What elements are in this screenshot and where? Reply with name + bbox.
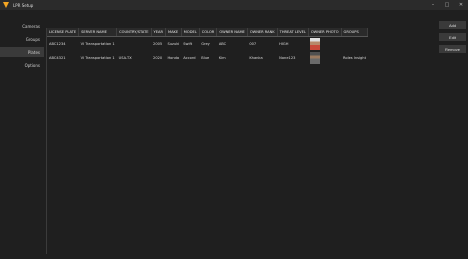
- column-header[interactable]: OWNER PHOTO: [308, 28, 342, 37]
- cell-threat-level[interactable]: HIGH: [277, 37, 308, 52]
- cell-color[interactable]: Blue: [199, 51, 217, 65]
- cell-groups[interactable]: Roles Insight: [341, 51, 368, 65]
- column-header[interactable]: MAKE: [165, 28, 182, 37]
- column-header[interactable]: LICENSE PLATE: [47, 28, 80, 37]
- sidebar-item-options[interactable]: Options: [0, 60, 44, 70]
- cell-country-state[interactable]: [117, 37, 151, 52]
- cell-owner-name[interactable]: ABC: [217, 37, 248, 52]
- cell-owner-photo[interactable]: [308, 37, 341, 52]
- remove-button[interactable]: Remove: [439, 45, 466, 53]
- edit-button[interactable]: Edit: [439, 33, 466, 41]
- column-header[interactable]: MODEL: [181, 28, 200, 37]
- plates-table-container: LICENSE PLATE SERVER NAME COUNTRY/STATE …: [46, 28, 437, 254]
- cell-license-plate[interactable]: ABC4321: [47, 51, 79, 65]
- sidebar-item-plates[interactable]: Plates: [0, 47, 44, 57]
- cell-server-name[interactable]: VI Transportation 1: [79, 51, 117, 65]
- app-logo-icon: [3, 2, 9, 8]
- cell-owner-rank[interactable]: Khanka: [247, 51, 277, 65]
- column-header[interactable]: SERVER NAME: [78, 28, 118, 37]
- column-header[interactable]: COLOR: [199, 28, 218, 37]
- sidebar-item-cameras[interactable]: Cameras: [0, 21, 44, 31]
- table-row[interactable]: ABC4321 VI Transportation 1 USA-TX 2020 …: [47, 51, 368, 65]
- cell-server-name[interactable]: VI Transportation 1: [79, 37, 117, 52]
- sidebar: Cameras Groups Plates Options: [0, 21, 44, 73]
- sidebar-item-groups[interactable]: Groups: [0, 34, 44, 44]
- cell-owner-rank[interactable]: 007: [247, 37, 277, 52]
- cell-color[interactable]: Grey: [199, 37, 217, 52]
- cell-make[interactable]: Honda: [165, 51, 181, 65]
- cell-license-plate[interactable]: ABC1234: [47, 37, 79, 52]
- minimize-icon[interactable]: –: [430, 2, 436, 8]
- cell-year[interactable]: 2020: [151, 51, 165, 65]
- column-header[interactable]: OWNER NAME: [216, 28, 248, 37]
- column-header[interactable]: GROUPS: [341, 28, 369, 37]
- cell-make[interactable]: Suzuki: [165, 37, 181, 52]
- cell-year[interactable]: 2005: [151, 37, 165, 52]
- cell-model[interactable]: Accord: [181, 51, 199, 65]
- add-button[interactable]: Add: [439, 21, 466, 29]
- cell-model[interactable]: Swift: [181, 37, 199, 52]
- cell-threat-level[interactable]: None123: [277, 51, 308, 65]
- cell-groups[interactable]: [341, 37, 368, 52]
- owner-photo-image: [310, 38, 321, 50]
- table-row[interactable]: ABC1234 VI Transportation 1 2005 Suzuki …: [47, 37, 368, 52]
- plates-table: LICENSE PLATE SERVER NAME COUNTRY/STATE …: [47, 28, 369, 65]
- cell-owner-photo[interactable]: [308, 51, 341, 65]
- column-header[interactable]: COUNTRY/STATE: [116, 28, 152, 37]
- window-controls: – □ ✕: [430, 0, 464, 10]
- owner-photo-image: [310, 52, 321, 64]
- cell-owner-name[interactable]: Kim: [217, 51, 248, 65]
- column-header[interactable]: THREAT LEVEL: [277, 28, 309, 37]
- column-header[interactable]: YEAR: [151, 28, 166, 37]
- title-bar: LPR Setup – □ ✕: [0, 0, 468, 10]
- cell-country-state[interactable]: USA-TX: [117, 51, 151, 65]
- column-header[interactable]: OWNER RANK: [247, 28, 278, 37]
- table-header-row: LICENSE PLATE SERVER NAME COUNTRY/STATE …: [47, 28, 369, 37]
- close-icon[interactable]: ✕: [458, 2, 464, 8]
- maximize-icon[interactable]: □: [444, 2, 450, 8]
- actions-panel: Add Edit Remove: [437, 21, 468, 57]
- window-title: LPR Setup: [13, 2, 34, 8]
